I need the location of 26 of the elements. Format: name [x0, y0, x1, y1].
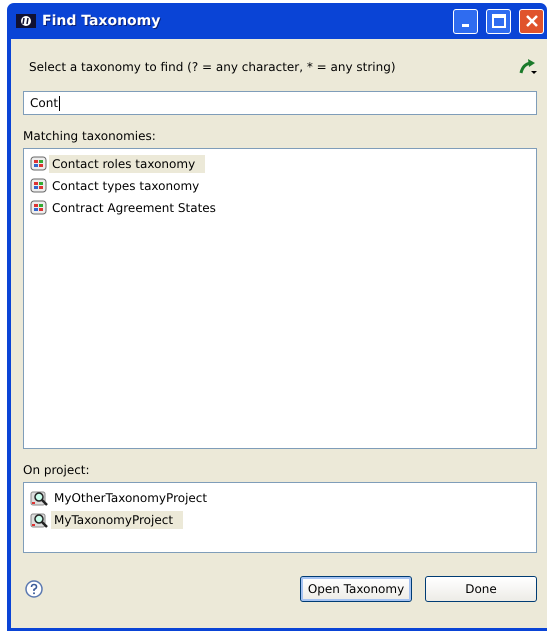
dialog-button[interactable]: Open Taxonomy [300, 576, 412, 602]
section-label: On project: [23, 463, 91, 477]
list-item[interactable]: MyTaxonomyProject [51, 511, 184, 529]
maximize-icon [492, 14, 506, 28]
search-field[interactable]: Cont [23, 91, 537, 115]
project-search-icon [30, 512, 50, 528]
list-item[interactable]: Contact types taxonomy [49, 177, 202, 195]
arrow-menu-icon[interactable] [519, 59, 537, 75]
taxonomy-icon [30, 200, 48, 216]
taxonomy-icon [30, 156, 48, 172]
dialog-button[interactable]: Done [425, 576, 537, 602]
close-button[interactable] [519, 8, 544, 34]
list-item[interactable]: Contact roles taxonomy [49, 155, 206, 173]
window-title: Find Taxonomy [42, 13, 162, 29]
app-icon [16, 13, 36, 29]
section-label: Matching taxonomies: [23, 129, 157, 143]
project-search-icon [30, 490, 50, 506]
close-icon [524, 14, 538, 28]
help-icon[interactable] [25, 580, 43, 598]
list-item[interactable]: MyOtherTaxonomyProject [51, 489, 210, 507]
minimize-icon [462, 24, 469, 26]
maximize-button[interactable] [486, 8, 511, 34]
minimize-button[interactable] [453, 8, 478, 34]
taxonomy-icon [30, 178, 48, 194]
list-item[interactable]: Contract Agreement States [49, 199, 219, 217]
prompt-text: Select a taxonomy to find (? = any character, * = any string) [29, 60, 396, 74]
